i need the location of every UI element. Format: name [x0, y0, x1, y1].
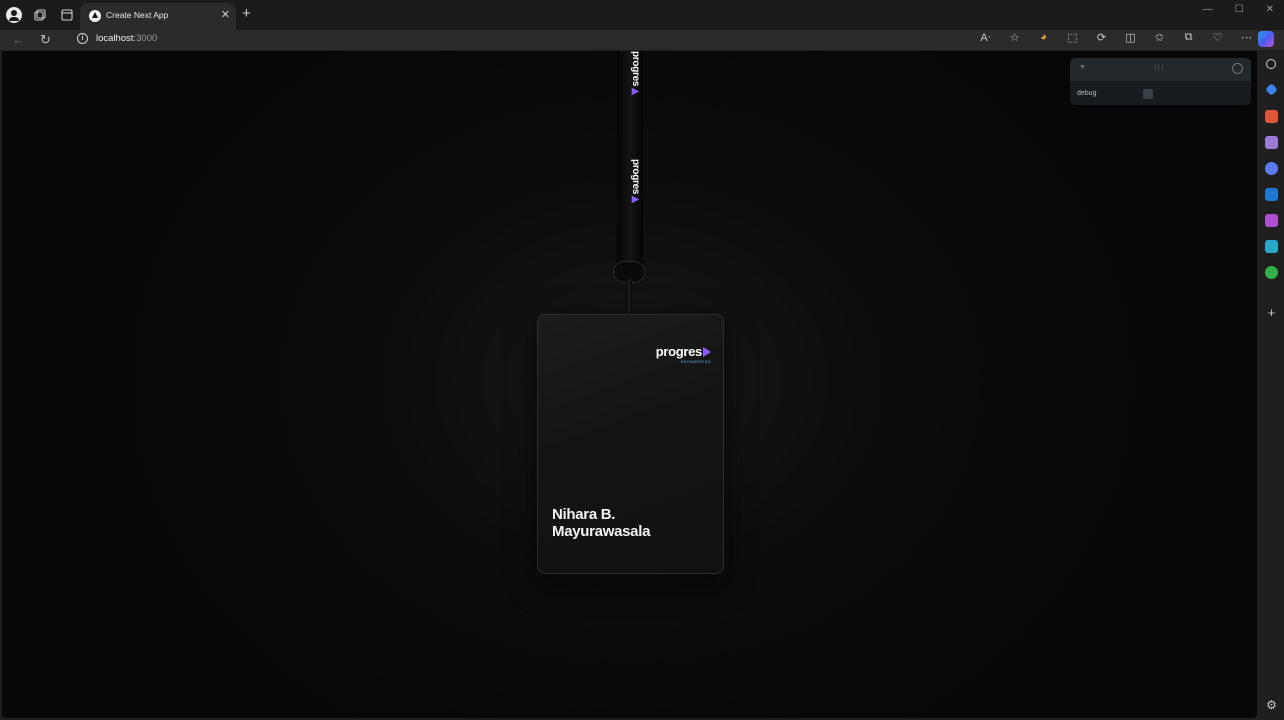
id-badge-card[interactable]: progres ENGINEERING Nihara B. Mayurawasa…	[537, 314, 724, 574]
collections-icon[interactable]: ⧉	[1179, 31, 1198, 44]
outlook-icon[interactable]	[1265, 188, 1278, 201]
navigation-bar: ← ↻ i localhost:3000 Aᐧ ☆ ◕ ⬚ ⟳ ◫ ✩ ⧉ ♡ …	[0, 30, 1284, 50]
debug-panel-header[interactable]: ▼ ⁝⁝⁝	[1070, 58, 1251, 81]
badge-name-line-2: Mayurawasala	[552, 523, 651, 540]
refresh-extension-icon[interactable]: ⟳	[1092, 31, 1111, 44]
logo-arrow-icon	[703, 346, 711, 357]
tools-icon[interactable]	[1265, 110, 1278, 123]
shopping-icon[interactable]	[1265, 83, 1278, 96]
tab-actions-icon[interactable]	[59, 7, 75, 23]
copilot-icon[interactable]	[1258, 31, 1274, 47]
debug-controls-panel: ▼ ⁝⁝⁝ debug	[1070, 58, 1251, 105]
toolbar-icons: Aᐧ ☆ ◕ ⬚ ⟳ ◫ ✩ ⧉ ♡ ⋯	[976, 31, 1256, 44]
badge-logo-word: progres	[655, 344, 703, 359]
profile-icon[interactable]	[6, 7, 22, 23]
reload-icon[interactable]: ↻	[40, 32, 51, 48]
maximize-button[interactable]: ☐	[1235, 4, 1244, 15]
favorites-icon[interactable]: ✩	[1150, 31, 1169, 44]
lanyard-strap[interactable]: progres▶ progres▶	[617, 51, 643, 277]
nextjs-favicon-icon	[89, 10, 101, 22]
search-icon[interactable]	[1266, 59, 1276, 69]
favorites-star-icon[interactable]: ☆	[1005, 31, 1024, 44]
close-window-button[interactable]: ✕	[1266, 4, 1274, 15]
strap-brand-accent: ▶	[630, 194, 641, 205]
tab-create-next-app[interactable]: Create Next App ✕	[80, 3, 236, 30]
add-icon[interactable]: +	[1265, 306, 1278, 319]
strap-brand-word: progres	[630, 159, 641, 195]
collapse-chevron-icon[interactable]: ▼	[1079, 64, 1086, 71]
split-screen-icon[interactable]: ◫	[1121, 31, 1140, 44]
url-host: localhost	[96, 33, 134, 44]
telegram-icon[interactable]	[1265, 240, 1278, 253]
address-field[interactable]: localhost:3000	[96, 33, 157, 44]
badge-holder-name: Nihara B. Mayurawasala	[552, 506, 650, 540]
color-wheel-extension-icon[interactable]: ◕	[1034, 31, 1053, 44]
read-aloud-icon[interactable]: Aᐧ	[976, 31, 995, 44]
copilot-sidebar-icon[interactable]	[1265, 162, 1278, 175]
debug-label: debug	[1077, 90, 1097, 97]
strap-logo: progres▶	[621, 159, 641, 205]
back-arrow-icon[interactable]: ←	[12, 32, 25, 47]
site-info-icon[interactable]: i	[77, 33, 88, 44]
edge-sidebar: + ⚙	[1259, 51, 1284, 720]
window-controls: — ☐ ✕	[1203, 4, 1274, 15]
more-icon[interactable]: ⋯	[1237, 31, 1256, 44]
drag-handle-icon[interactable]: ⁝⁝⁝	[1154, 63, 1165, 72]
health-icon[interactable]: ♡	[1208, 31, 1227, 44]
strap-brand-accent: ▶	[630, 86, 641, 97]
badge-logo: progres ENGINEERING	[656, 343, 711, 364]
search-icon[interactable]	[1232, 63, 1243, 74]
new-tab-button[interactable]: +	[242, 5, 251, 22]
badge-name-line-1: Nihara B.	[552, 506, 616, 523]
tab-title: Create Next App	[106, 10, 169, 20]
games-icon[interactable]	[1265, 136, 1278, 149]
screenshot-icon[interactable]: ⬚	[1063, 31, 1082, 44]
workspaces-icon[interactable]	[32, 7, 48, 23]
tab-close-icon[interactable]: ✕	[221, 8, 230, 21]
page-canvas[interactable]: progres▶ progres▶ progres ENGINEERING Ni…	[2, 51, 1257, 718]
debug-checkbox[interactable]	[1143, 89, 1153, 99]
title-bar: Create Next App ✕ + — ☐ ✕	[0, 0, 1284, 30]
minimize-button[interactable]: —	[1203, 4, 1213, 15]
url-port: :3000	[133, 33, 158, 44]
tree-icon[interactable]	[1265, 266, 1278, 279]
strap-logo: progres▶	[621, 51, 641, 97]
strap-brand-word: progres	[630, 51, 641, 87]
settings-icon[interactable]: ⚙	[1265, 699, 1278, 712]
designer-icon[interactable]	[1265, 214, 1278, 227]
